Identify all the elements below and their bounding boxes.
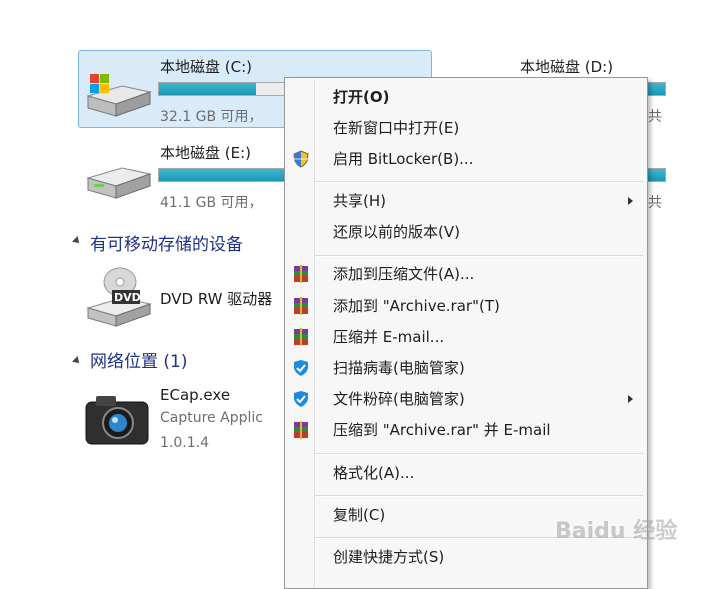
drive-d-name[interactable]: 本地磁盘 (D:) [520,56,613,77]
menu-item-compress-email[interactable]: 压缩并 E-mail... [333,328,444,346]
menu-item-add-to-archive[interactable]: 添加到压缩文件(A)... [333,265,474,283]
ecap-name[interactable]: ECap.exe [160,386,230,404]
menu-separator [315,255,643,257]
submenu-arrow-icon [628,197,633,205]
menu-item-add-to-rar[interactable]: 添加到 "Archive.rar"(T) [333,297,500,315]
dvd-drive-name[interactable]: DVD RW 驱动器 [160,288,272,309]
submenu-arrow-icon [628,395,633,403]
menu-separator [315,181,643,183]
dvd-badge: DVD [114,291,141,304]
drive-e-usage-bar-right [646,168,666,182]
drive-e-usage-fill [159,169,297,181]
menu-separator [315,495,643,497]
winrar-icon [292,328,310,346]
menu-item-create-shortcut[interactable]: 创建快捷方式(S) [333,548,444,566]
section-removable-storage[interactable]: 有可移动存储的设备 [90,230,243,255]
shield-icon [292,150,310,168]
pc-manager-shield-icon [292,359,310,377]
menu-item-scan-virus[interactable]: 扫描病毒(电脑管家) [333,359,465,377]
ecap-version: 1.0.1.4 [160,435,209,451]
menu-separator [315,453,643,455]
menu-item-bitlocker[interactable]: 启用 BitLocker(B)... [333,150,473,168]
pc-manager-shield-icon [292,390,310,408]
menu-item-open[interactable]: 打开(O) [333,88,389,106]
winrar-icon [292,297,310,315]
drive-d-usage-bar [646,82,666,96]
drive-c-free-space: 32.1 GB 可用， [160,109,263,125]
menu-item-share[interactable]: 共享(H) [333,192,386,210]
collapse-arrow-icon[interactable] [72,236,82,246]
menu-item-format[interactable]: 格式化(A)... [333,464,414,482]
hard-drive-icon [82,162,154,202]
menu-item-file-shred[interactable]: 文件粉碎(电脑管家) [333,390,465,408]
menu-item-restore-previous[interactable]: 还原以前的版本(V) [333,223,460,241]
drive-e-name[interactable]: 本地磁盘 (E:) [160,142,251,163]
menu-item-compress-rar-email[interactable]: 压缩到 "Archive.rar" 并 E-mail [333,421,551,439]
camera-icon [82,392,152,448]
drive-c-usage-fill [159,83,256,95]
menu-gutter [314,80,316,588]
collapse-arrow-icon[interactable] [72,356,82,366]
hard-drive-windows-icon [82,70,154,120]
menu-item-open-new-window[interactable]: 在新窗口中打开(E) [333,119,459,137]
section-network-locations[interactable]: 网络位置 (1) [90,347,187,372]
drive-c-usage-bar [158,82,298,96]
winrar-icon [292,265,310,283]
winrar-icon [292,421,310,439]
drive-e-free-space: 41.1 GB 可用， [160,195,263,211]
drive-c-name: 本地磁盘 (C:) [160,58,252,76]
drive-e-usage-bar [158,168,298,182]
menu-item-copy[interactable]: 复制(C) [333,506,385,524]
ecap-description: Capture Applic [160,410,263,426]
drive-d-free-space-fragment: 共 [648,109,662,125]
baidu-watermark: Baidu 经验 [555,519,678,544]
drive-f-free-space-fragment: 共 [648,195,662,211]
